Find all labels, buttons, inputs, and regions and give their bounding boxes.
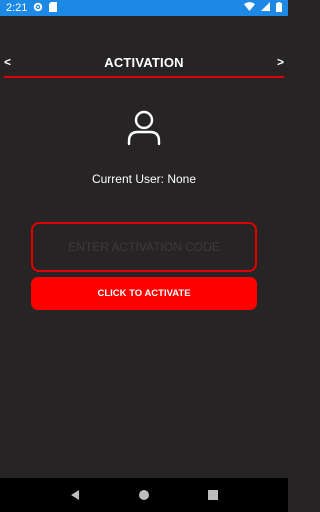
next-arrow-button[interactable]: > (277, 55, 284, 69)
header-divider (4, 76, 284, 78)
current-user-label: Current User: None (91, 172, 197, 186)
system-nav-bar (0, 478, 288, 512)
status-left: 2:21 (6, 1, 58, 15)
activation-code-input[interactable] (43, 236, 245, 258)
status-right (244, 1, 282, 15)
signal-icon (261, 2, 270, 14)
recents-icon[interactable] (206, 488, 220, 502)
home-icon[interactable] (137, 488, 151, 502)
activation-code-box (31, 222, 257, 272)
sd-card-icon (49, 1, 58, 15)
header: < ACTIVATION > (0, 50, 288, 74)
activate-button[interactable]: CLICK TO ACTIVATE (31, 277, 257, 310)
previous-arrow-button[interactable]: < (4, 55, 11, 69)
back-icon[interactable] (68, 488, 82, 502)
wifi-icon (244, 2, 255, 14)
page-title: ACTIVATION (104, 54, 184, 70)
status-time: 2:21 (6, 2, 28, 14)
status-bar: 2:21 (0, 0, 288, 16)
gear-icon (33, 2, 43, 15)
user-icon (125, 108, 163, 146)
battery-icon (276, 1, 282, 15)
